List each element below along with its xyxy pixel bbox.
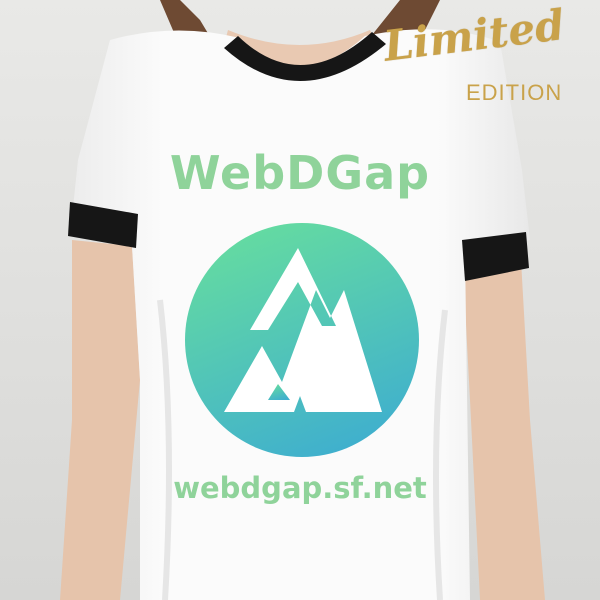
shirt-photo-scene: WebDGap webdgap.sf.net Limited EDITION (0, 0, 600, 600)
edition-badge-text: EDITION (466, 80, 563, 105)
brand-title: WebDGap (169, 146, 431, 200)
left-arm (60, 240, 140, 600)
right-arm (462, 242, 545, 600)
brand-url: webdgap.sf.net (173, 471, 427, 505)
